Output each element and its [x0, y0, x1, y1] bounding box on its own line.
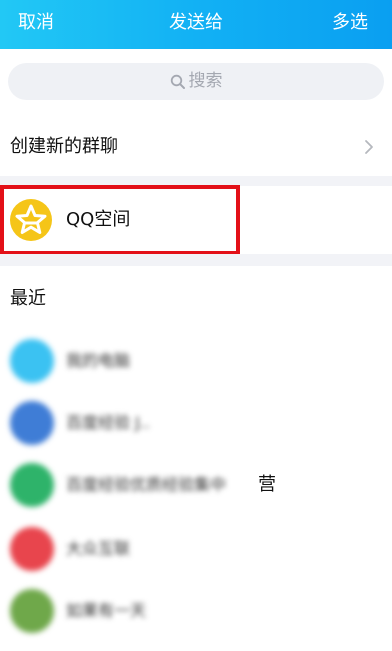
contact-name: 如果有一天	[66, 601, 147, 620]
section-divider	[0, 176, 392, 186]
contact-avatar	[10, 401, 54, 445]
recent-contact-item[interactable]: 大众互联	[0, 522, 392, 574]
contact-avatar	[10, 589, 54, 633]
search-section: 搜索	[0, 49, 392, 118]
create-group-chat-row[interactable]: 创建新的群聊	[0, 118, 392, 176]
recent-contact-item[interactable]: 百度经验 J..	[0, 396, 392, 448]
contact-name: 我的电脑	[66, 351, 131, 370]
recent-contact-item[interactable]: 百度经验优质经验集中 营	[0, 458, 392, 510]
cancel-button[interactable]: 取消	[18, 0, 54, 46]
top-bar: 发送给 取消 多选	[0, 0, 392, 49]
contact-name: 大众互联	[66, 539, 131, 558]
contact-name: 百度经验优质经验集中	[66, 475, 227, 494]
contact-avatar	[10, 527, 54, 571]
recent-contact-item[interactable]: 如果有一天	[0, 584, 392, 636]
chevron-right-icon	[365, 140, 373, 154]
qzone-row[interactable]: QQ空间	[0, 186, 392, 254]
contact-avatar	[10, 339, 54, 383]
recent-section-title: 最近	[10, 288, 46, 309]
contact-avatar	[10, 463, 54, 507]
search-placeholder: 搜索	[188, 71, 223, 91]
contact-name: 百度经验 J..	[66, 413, 150, 432]
recent-contact-item[interactable]: 我的电脑	[0, 334, 392, 386]
qzone-label: QQ空间	[66, 209, 131, 230]
search-input[interactable]: 搜索	[8, 63, 384, 100]
multi-select-button[interactable]: 多选	[332, 0, 368, 46]
share-sheet: 发送给 取消 多选 搜索 创建新的群聊 QQ空间 最近 我的电脑 百度经验 J.…	[0, 0, 392, 651]
contact-name-tail: 营	[258, 474, 276, 495]
qzone-star-icon	[10, 199, 52, 241]
create-group-chat-label: 创建新的群聊	[10, 136, 118, 157]
search-icon	[170, 74, 185, 89]
section-divider	[0, 254, 392, 266]
